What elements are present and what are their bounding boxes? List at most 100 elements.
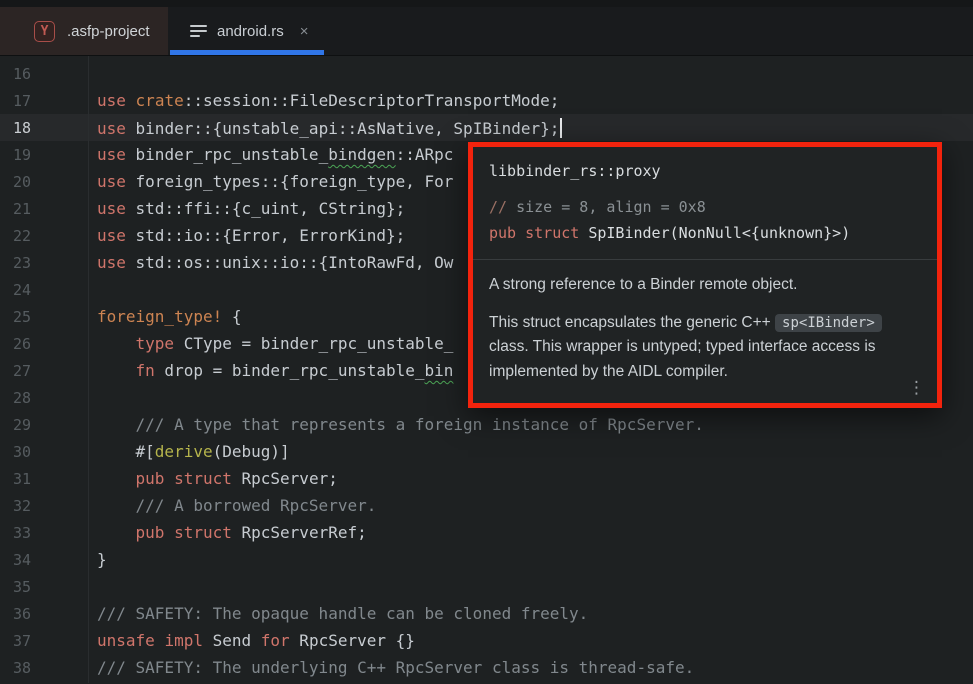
code-line[interactable]: 32 /// A borrowed RpcServer. <box>0 492 973 519</box>
code-token: Send <box>203 631 261 650</box>
code-token: foreign_type! <box>97 307 222 326</box>
project-tab[interactable]: Y .asfp-project <box>0 7 168 55</box>
code-token: { <box>222 307 241 326</box>
line-number: 22 <box>0 227 88 245</box>
line-number: 29 <box>0 416 88 434</box>
description-paragraph-1: A strong reference to a Binder remote ob… <box>489 273 921 298</box>
code-text: use binder_rpc_unstable_bindgen::ARpc <box>88 145 453 164</box>
description-text: class. This wrapper is untyped; typed in… <box>489 338 876 380</box>
code-line[interactable]: 37 unsafe impl Send for RpcServer {} <box>0 627 973 654</box>
code-token: pub <box>136 523 165 542</box>
documentation-popup: libbinder_rs::proxy // size = 8, align =… <box>473 147 937 403</box>
tab-label: android.rs <box>217 23 284 40</box>
code-token: } <box>97 550 107 569</box>
line-number: 30 <box>0 443 88 461</box>
code-token: ::ARpc <box>396 145 454 164</box>
code-line[interactable]: 17use crate::session::FileDescriptorTran… <box>0 87 973 114</box>
line-number: 37 <box>0 632 88 650</box>
code-text: /// A borrowed RpcServer. <box>88 496 376 515</box>
code-token: /// SAFETY: The opaque handle can be clo… <box>97 604 588 623</box>
code-token <box>97 523 136 542</box>
code-token: RpcServer; <box>232 469 338 488</box>
line-number: 36 <box>0 605 88 623</box>
code-text: foreign_type! { <box>88 307 242 326</box>
code-token: std::io::{Error, ErrorKind}; <box>126 226 405 245</box>
code-token: bin <box>425 361 454 380</box>
code-token: binder::{unstable_api::AsNative, SpIBind… <box>126 119 559 138</box>
code-line[interactable]: 16 <box>0 60 973 87</box>
code-token: RpcServerRef; <box>232 523 367 542</box>
code-line[interactable]: 38/// SAFETY: The underlying C++ RpcServ… <box>0 654 973 681</box>
code-token <box>164 523 174 542</box>
project-y-icon: Y <box>34 21 55 42</box>
tab-bar: Y .asfp-project android.rs × <box>0 7 973 56</box>
code-line[interactable]: 33 pub struct RpcServerRef; <box>0 519 973 546</box>
description-text: This struct encapsulates the generic C++ <box>489 314 775 331</box>
code-token: struct <box>174 469 232 488</box>
active-tab-indicator <box>170 50 324 55</box>
project-label: .asfp-project <box>67 23 150 40</box>
code-token: use <box>97 145 126 164</box>
comment-text: size = 8, align = 0x8 <box>507 198 706 216</box>
popup-signature: pub struct SpIBinder(NonNull<{unknown}>) <box>489 224 850 242</box>
code-text: /// A type that represents a foreign ins… <box>88 415 704 434</box>
tab-close-icon[interactable]: × <box>300 24 309 39</box>
code-token <box>97 334 136 353</box>
code-text: pub struct RpcServerRef; <box>88 523 367 542</box>
code-text: } <box>88 550 107 569</box>
inline-code-chip: sp<IBinder> <box>775 314 882 332</box>
code-text: pub struct RpcServer; <box>88 469 338 488</box>
code-line[interactable]: 18use binder::{unstable_api::AsNative, S… <box>0 114 973 141</box>
code-line[interactable]: 36 /// SAFETY: The opaque handle can be c… <box>0 600 973 627</box>
description-paragraph-2: This struct encapsulates the generic C++… <box>489 311 921 385</box>
code-token: use <box>97 172 126 191</box>
code-line[interactable]: 35 <box>0 573 973 600</box>
code-text: use std::os::unix::io::{IntoRawFd, Ow <box>88 253 453 272</box>
code-token <box>516 224 525 242</box>
line-number: 17 <box>0 92 88 110</box>
line-number: 20 <box>0 173 88 191</box>
code-token: binder_rpc_unstable_ <box>126 145 328 164</box>
code-token: RpcServer {} <box>290 631 415 650</box>
code-editor[interactable]: 1617use crate::session::FileDescriptorTr… <box>0 56 973 683</box>
code-token: bindgen <box>328 145 395 164</box>
code-token: for <box>261 631 290 650</box>
more-menu-icon[interactable]: ⋮ <box>908 380 925 397</box>
line-number: 26 <box>0 335 88 353</box>
code-token: impl <box>164 631 203 650</box>
code-token: fn <box>136 361 155 380</box>
code-line[interactable]: 34} <box>0 546 973 573</box>
line-number: 18 <box>0 119 88 137</box>
code-token: use <box>97 119 126 138</box>
code-token: /// A type that represents a foreign ins… <box>97 415 704 434</box>
line-number: 16 <box>0 65 88 83</box>
code-line[interactable]: 30 #[derive(Debug)] <box>0 438 973 465</box>
code-token: pub <box>136 469 165 488</box>
code-token: foreign_types::{foreign_type, For <box>126 172 454 191</box>
line-number: 31 <box>0 470 88 488</box>
code-token <box>97 469 136 488</box>
code-line[interactable]: 31 pub struct RpcServer; <box>0 465 973 492</box>
code-token <box>97 361 136 380</box>
code-text: use binder::{unstable_api::AsNative, SpI… <box>88 118 562 138</box>
text-cursor <box>560 118 562 138</box>
code-text: type CType = binder_rpc_unstable_ <box>88 334 453 353</box>
code-text: use std::io::{Error, ErrorKind}; <box>88 226 405 245</box>
code-text: /// SAFETY: The opaque handle can be clo… <box>88 604 588 623</box>
code-token: use <box>97 253 126 272</box>
code-token <box>155 631 165 650</box>
code-line[interactable]: 29 /// A type that represents a foreign … <box>0 411 973 438</box>
code-token: (Debug)] <box>213 442 290 461</box>
code-token: unsafe <box>97 631 155 650</box>
popup-breadcrumb: libbinder_rs::proxy <box>489 162 921 180</box>
code-token: use <box>97 199 126 218</box>
tab-android-rs[interactable]: android.rs × <box>168 7 326 55</box>
code-text: /// SAFETY: The underlying C++ RpcServer… <box>88 658 694 677</box>
code-token: crate <box>136 91 184 110</box>
code-text: #[derive(Debug)] <box>88 442 290 461</box>
file-icon <box>190 25 207 37</box>
code-token: std::os::unix::io::{IntoRawFd, Ow <box>126 253 454 272</box>
comment-slashes: // <box>489 198 507 216</box>
code-token: pub <box>489 224 516 242</box>
code-token: CType = binder_rpc_unstable_ <box>174 334 453 353</box>
